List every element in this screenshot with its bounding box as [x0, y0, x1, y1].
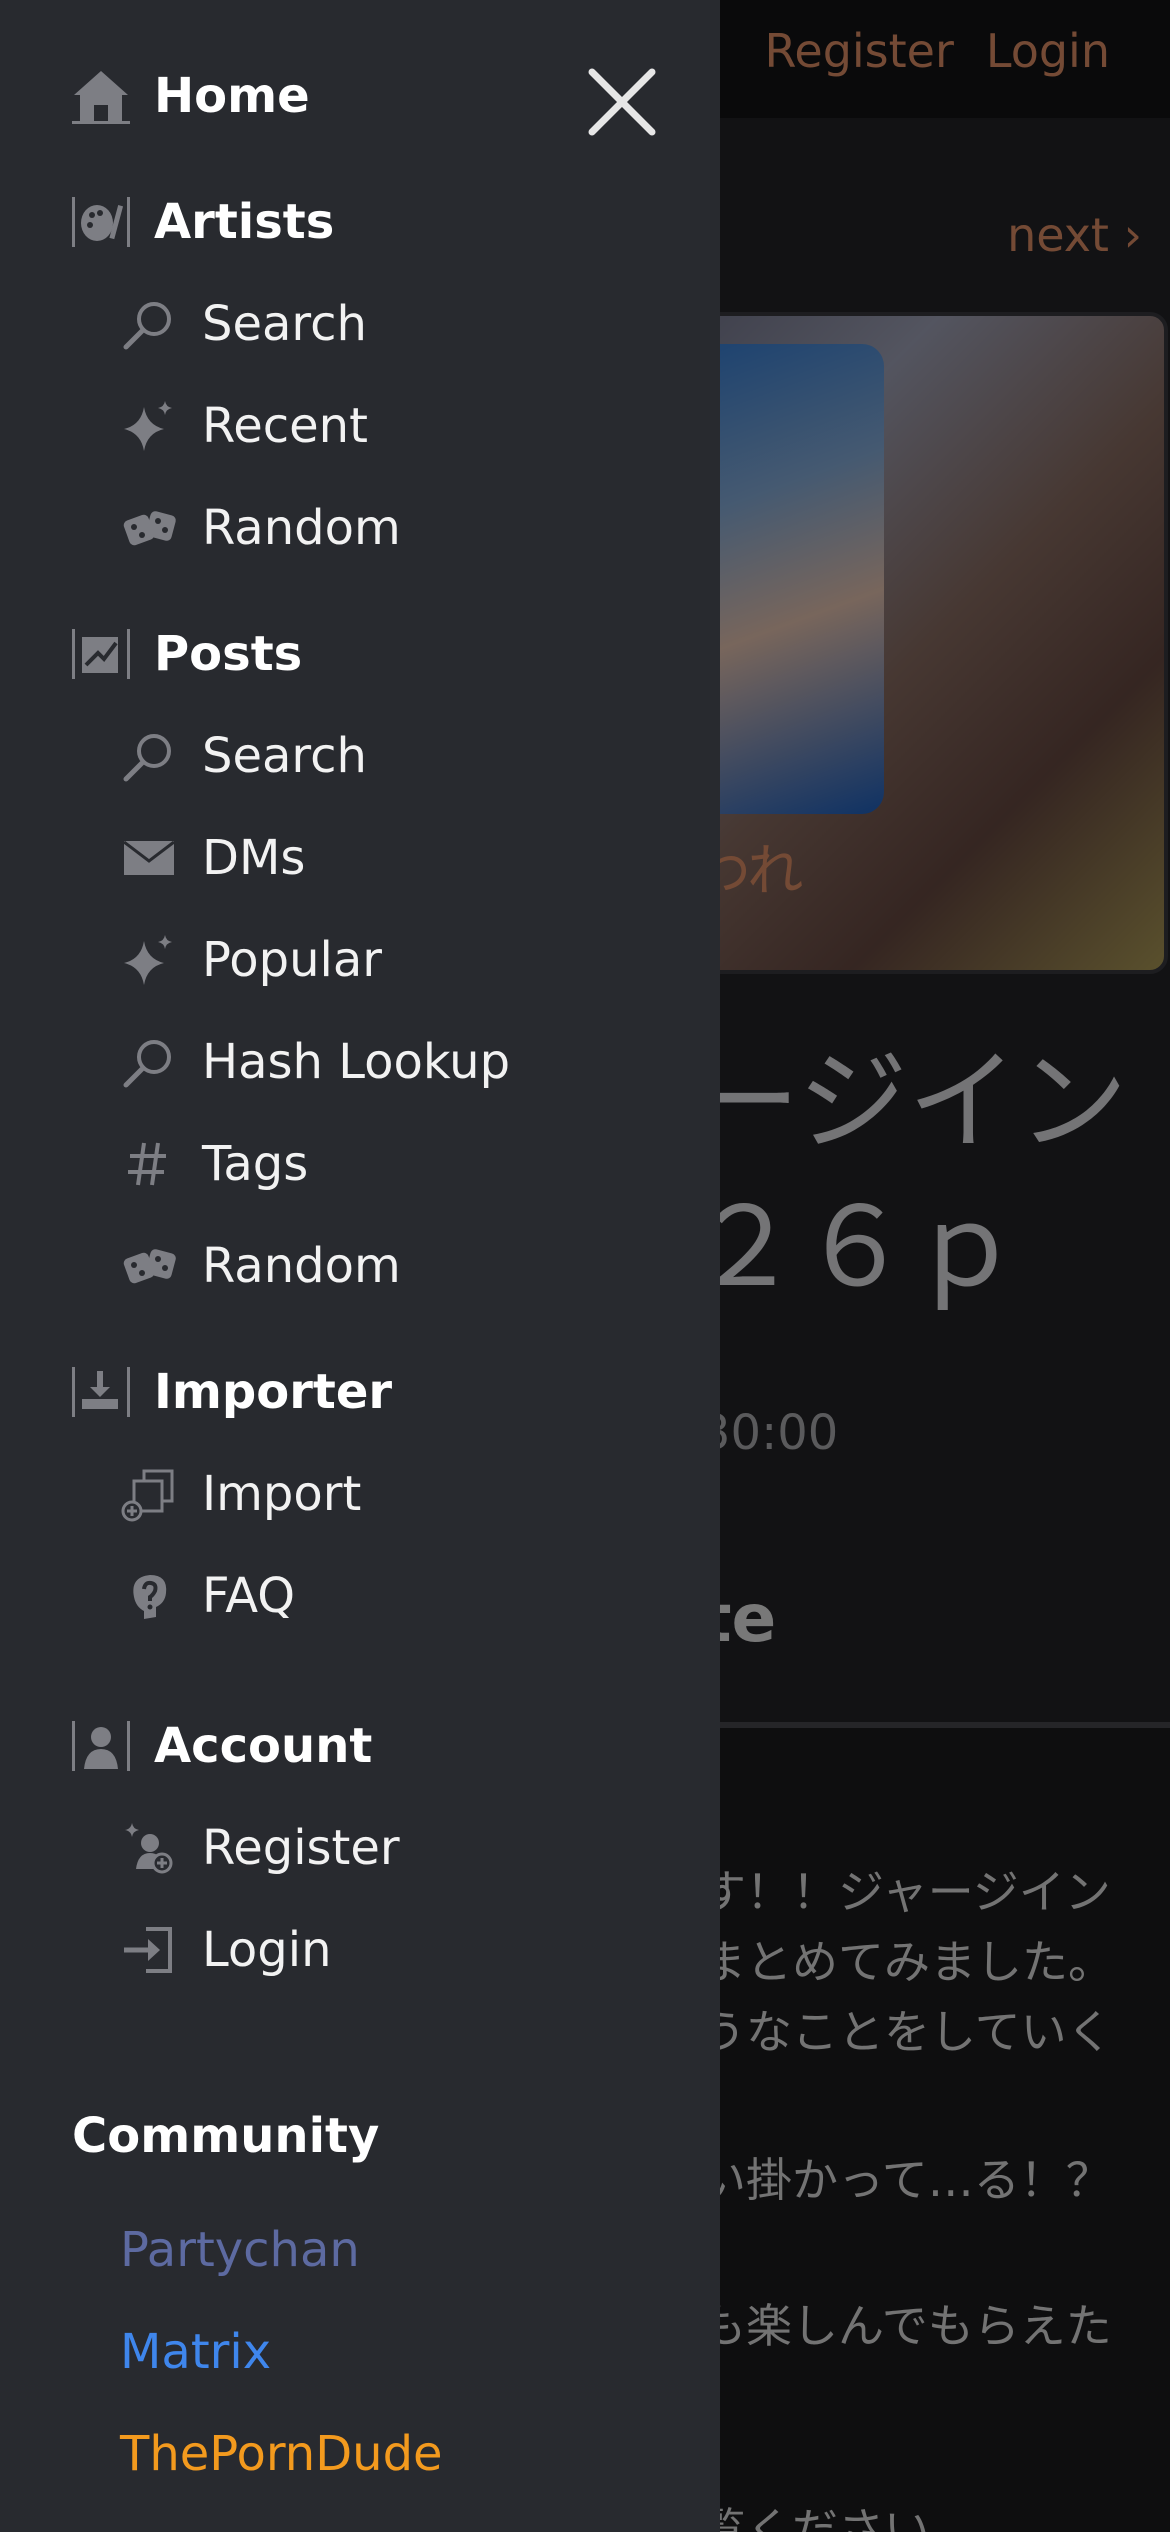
nav-home[interactable]: Home	[70, 56, 310, 136]
posts-icon	[70, 623, 132, 685]
search-icon	[120, 1033, 178, 1091]
nav-posts-random[interactable]: Random	[120, 1226, 401, 1306]
nav-account[interactable]: Account	[70, 1706, 372, 1786]
login-icon	[120, 1921, 178, 1979]
nav-item-label: Register	[202, 1820, 400, 1876]
nav-importer-import[interactable]: Import	[120, 1454, 361, 1534]
nav-posts-tags[interactable]: Tags	[120, 1124, 308, 1204]
nav-item-label: Import	[202, 1466, 362, 1522]
nav-item-label: Search	[202, 296, 367, 352]
dice-icon	[120, 1237, 178, 1295]
nav-posts-dms[interactable]: DMs	[120, 818, 305, 898]
nav-posts-popular[interactable]: Popular	[120, 920, 382, 1000]
nav-item-label: Popular	[202, 932, 382, 988]
nav-account-register[interactable]: Register	[120, 1808, 400, 1888]
close-button[interactable]	[584, 64, 660, 140]
nav-importer-label: Importer	[154, 1364, 393, 1420]
nav-item-label: Hash Lookup	[202, 1034, 511, 1090]
nav-importer-faq[interactable]: FAQ	[120, 1556, 295, 1636]
nav-item-label: FAQ	[202, 1568, 295, 1624]
nav-posts-search[interactable]: Search	[120, 716, 367, 796]
side-drawer: Home Artists Search Recent Random Posts	[0, 0, 720, 2532]
register-icon	[120, 1819, 178, 1877]
nav-artists-recent[interactable]: Recent	[120, 386, 368, 466]
artists-icon	[70, 191, 132, 253]
hash-icon	[120, 1135, 178, 1193]
faq-icon	[120, 1567, 178, 1625]
search-icon	[120, 727, 178, 785]
nav-item-label: Tags	[202, 1136, 309, 1192]
account-icon	[70, 1715, 132, 1777]
home-icon	[70, 65, 132, 127]
sparkle-icon	[120, 397, 178, 455]
community-link-partychan[interactable]: Partychan	[120, 2222, 360, 2278]
nav-posts-hash-lookup[interactable]: Hash Lookup	[120, 1022, 510, 1102]
nav-item-label: Random	[202, 500, 401, 556]
nav-account-label: Account	[154, 1718, 373, 1774]
nav-artists-random[interactable]: Random	[120, 488, 401, 568]
importer-icon	[70, 1361, 132, 1423]
community-heading: Community	[72, 2108, 380, 2164]
nav-posts[interactable]: Posts	[70, 614, 302, 694]
close-icon	[588, 68, 656, 136]
nav-home-label: Home	[154, 68, 310, 124]
nav-importer[interactable]: Importer	[70, 1352, 392, 1432]
import-icon	[120, 1465, 178, 1523]
nav-artists[interactable]: Artists	[70, 182, 334, 262]
nav-item-label: DMs	[202, 830, 306, 886]
nav-item-label: Login	[202, 1922, 332, 1978]
dice-icon	[120, 499, 178, 557]
nav-item-label: Random	[202, 1238, 401, 1294]
community-link-matrix[interactable]: Matrix	[120, 2324, 271, 2380]
envelope-icon	[120, 829, 178, 887]
nav-artists-search[interactable]: Search	[120, 284, 367, 364]
nav-posts-label: Posts	[154, 626, 303, 682]
nav-item-label: Search	[202, 728, 367, 784]
nav-artists-label: Artists	[154, 194, 335, 250]
sparkle-icon	[120, 931, 178, 989]
nav-account-login[interactable]: Login	[120, 1910, 332, 1990]
nav-item-label: Recent	[202, 398, 368, 454]
search-icon	[120, 295, 178, 353]
community-link-theporndude[interactable]: ThePornDude	[120, 2426, 443, 2482]
